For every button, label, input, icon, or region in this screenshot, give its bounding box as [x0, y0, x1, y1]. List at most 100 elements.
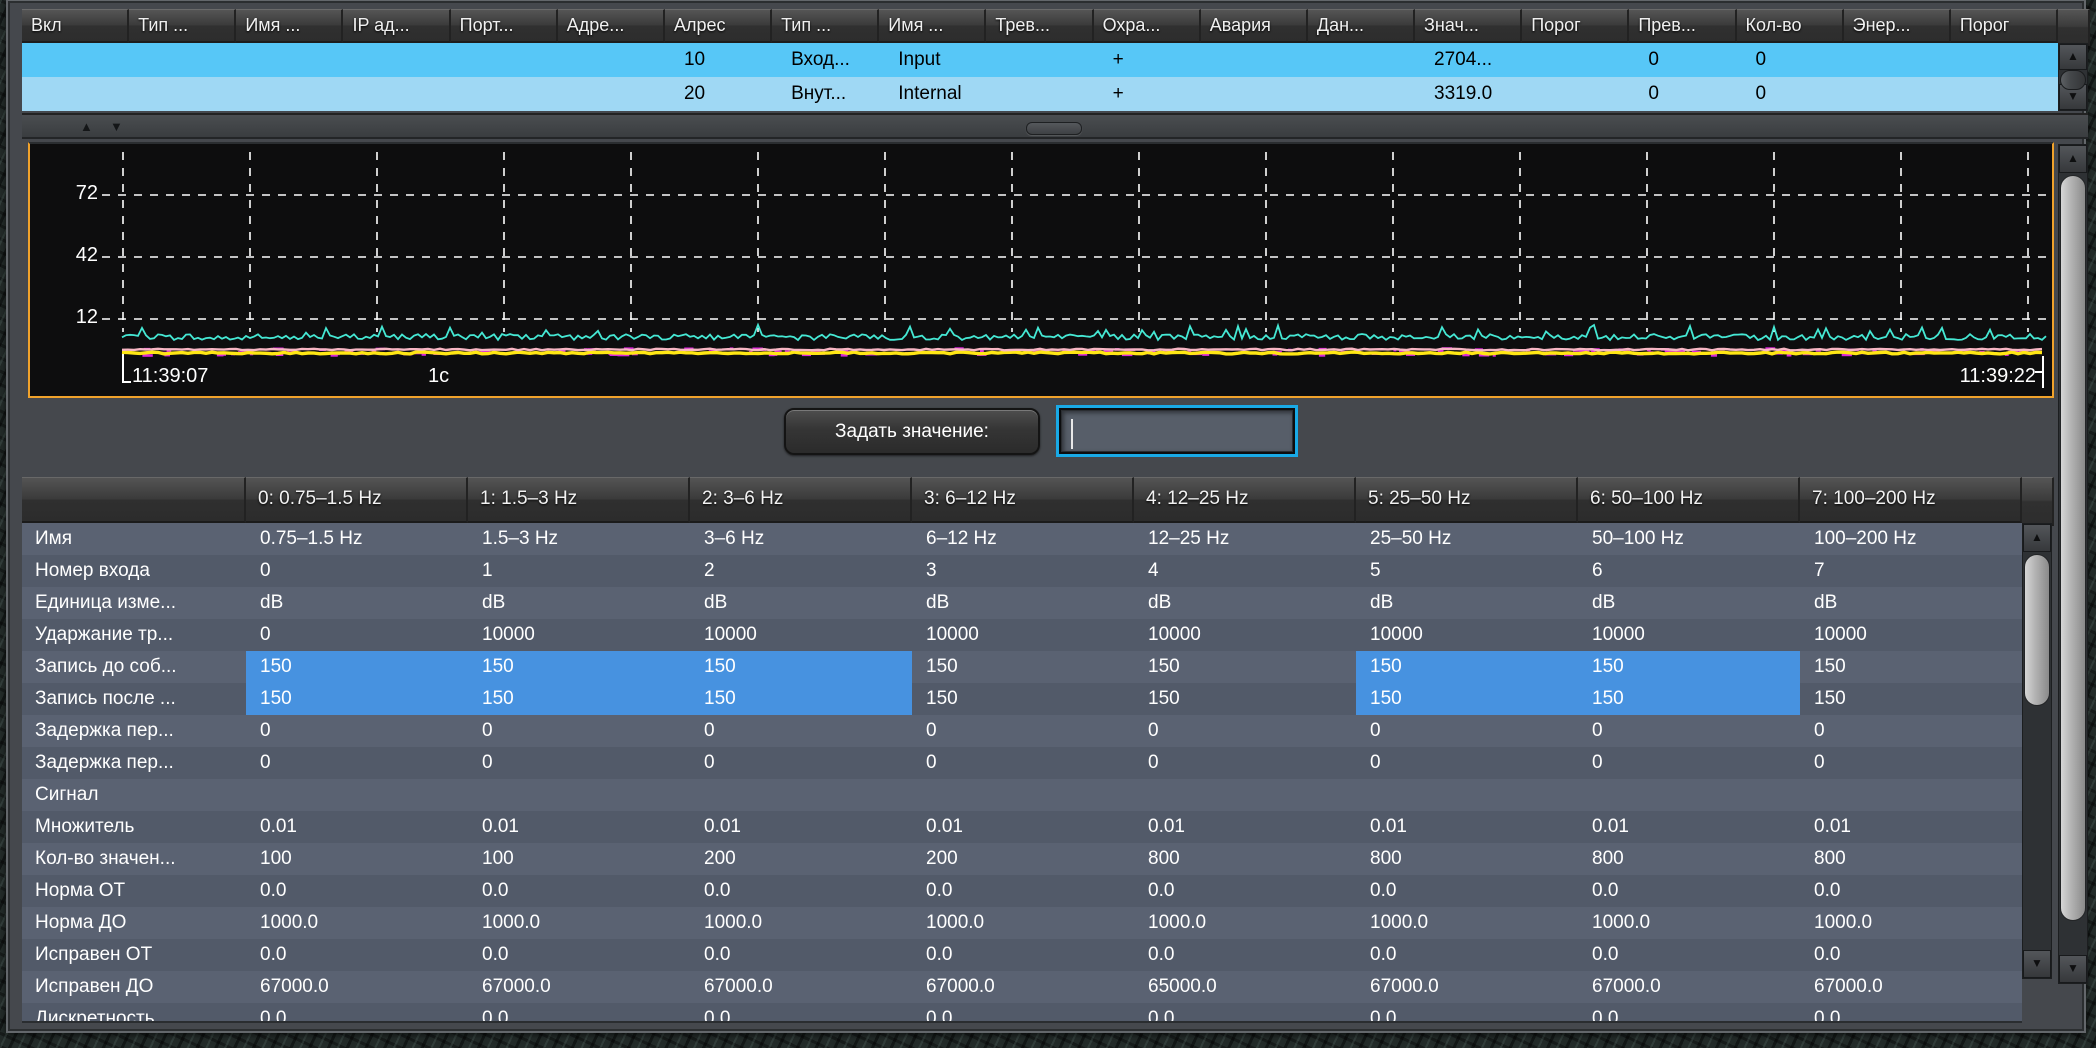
matrix-cell[interactable]: dB	[690, 587, 912, 619]
top-table-column-header[interactable]: Вкл	[22, 9, 129, 43]
matrix-column-header[interactable]: 3: 6–12 Hz	[912, 477, 1134, 523]
matrix-cell[interactable]: 1.5–3 Hz	[468, 523, 690, 555]
top-table-column-header[interactable]: Авария	[1201, 9, 1308, 43]
matrix-cell[interactable]: 150	[690, 651, 912, 683]
lower-pane-scroll-thumb[interactable]	[2060, 175, 2086, 921]
scroll-down-icon[interactable]: ▼	[2059, 955, 2087, 983]
matrix-row-label[interactable]: Запись до соб...	[22, 651, 246, 683]
matrix-cell[interactable]: 0	[468, 715, 690, 747]
top-table-cell[interactable]	[22, 77, 129, 111]
matrix-cell[interactable]: 150	[912, 683, 1134, 715]
matrix-cell[interactable]: 10000	[1800, 619, 2022, 651]
matrix-column-header[interactable]: 5: 25–50 Hz	[1356, 477, 1578, 523]
matrix-scroll-thumb[interactable]	[2024, 554, 2050, 706]
matrix-cell[interactable]: 0.0	[1800, 875, 2022, 907]
matrix-cell[interactable]: 0	[912, 715, 1134, 747]
top-table-column-header[interactable]: Адре...	[558, 9, 665, 43]
matrix-cell[interactable]: 0	[246, 555, 468, 587]
matrix-cell[interactable]: 0.01	[246, 811, 468, 843]
top-table-column-header[interactable]: Тип ...	[772, 9, 879, 43]
matrix-cell[interactable]: 67000.0	[912, 971, 1134, 1003]
matrix-cell[interactable]: 50–100 Hz	[1578, 523, 1800, 555]
top-table-cell[interactable]: +	[1094, 43, 1201, 77]
matrix-row-label[interactable]: Множитель	[22, 811, 246, 843]
matrix-cell[interactable]: 0.0	[246, 1003, 468, 1023]
top-table-cell[interactable]	[986, 77, 1093, 111]
matrix-cell[interactable]: dB	[468, 587, 690, 619]
matrix-cell[interactable]: 200	[912, 843, 1134, 875]
matrix-row-label[interactable]: Норма ОТ	[22, 875, 246, 907]
top-table-cell[interactable]	[451, 77, 558, 111]
top-table-column-header[interactable]: Охра...	[1094, 9, 1201, 43]
matrix-cell[interactable]: 67000.0	[468, 971, 690, 1003]
matrix-row-label[interactable]: Норма ДО	[22, 907, 246, 939]
top-table-cell[interactable]	[129, 77, 236, 111]
matrix-cell[interactable]: 150	[1800, 683, 2022, 715]
top-table-cell[interactable]: 0	[1737, 43, 1844, 77]
matrix-cell[interactable]: 0.0	[690, 875, 912, 907]
top-table-cell[interactable]	[1201, 77, 1308, 111]
matrix-cell[interactable]: 150	[246, 651, 468, 683]
matrix-row-label[interactable]: Дискретность	[22, 1003, 246, 1023]
matrix-cell[interactable]	[1356, 779, 1578, 811]
splitter-collapse-up-icon[interactable]: ▲	[80, 119, 93, 134]
top-table-cell[interactable]: 0	[1737, 77, 1844, 111]
top-table-column-header[interactable]: IP ад...	[343, 9, 450, 43]
matrix-cell[interactable]	[1578, 779, 1800, 811]
matrix-column-header[interactable]: 0: 0.75–1.5 Hz	[246, 477, 468, 523]
matrix-cell[interactable]	[246, 779, 468, 811]
matrix-cell[interactable]: 0.0	[690, 939, 912, 971]
matrix-cell[interactable]: 100–200 Hz	[1800, 523, 2022, 555]
matrix-cell[interactable]: 0	[690, 715, 912, 747]
top-table-column-header[interactable]: Имя ...	[236, 9, 343, 43]
matrix-cell[interactable]: 1000.0	[1356, 907, 1578, 939]
top-table-scrollbar[interactable]: ▲ ▼	[2058, 43, 2088, 111]
matrix-cell[interactable]: 0	[468, 747, 690, 779]
matrix-cell[interactable]: 2	[690, 555, 912, 587]
matrix-cell[interactable]: 65000.0	[1134, 971, 1356, 1003]
matrix-cell[interactable]: 800	[1800, 843, 2022, 875]
value-input[interactable]	[1061, 410, 1293, 452]
scroll-up-icon[interactable]: ▲	[2059, 145, 2087, 173]
top-table-cell[interactable]	[451, 43, 558, 77]
matrix-cell[interactable]: 0.0	[1356, 875, 1578, 907]
matrix-row-label[interactable]: Задержка пер...	[22, 747, 246, 779]
signal-chart[interactable]: 72 42 12 11:39:07 1с 11:39:22	[28, 142, 2054, 398]
top-table-cell[interactable]: 3319.0	[1415, 77, 1522, 111]
top-table-column-header[interactable]: Дан...	[1308, 9, 1415, 43]
matrix-row-label[interactable]: Запись после ...	[22, 683, 246, 715]
matrix-cell[interactable]: 67000.0	[690, 971, 912, 1003]
matrix-cell[interactable]: 150	[1578, 683, 1800, 715]
matrix-cell[interactable]: 0.75–1.5 Hz	[246, 523, 468, 555]
matrix-cell[interactable]: 0	[1578, 747, 1800, 779]
top-table-cell[interactable]	[236, 43, 343, 77]
matrix-cell[interactable]: 0.0	[690, 1003, 912, 1023]
matrix-cell[interactable]: 150	[1356, 651, 1578, 683]
top-table-row[interactable]: 20Внут...Internal+3319.000	[22, 77, 2058, 111]
matrix-row-label[interactable]: Имя	[22, 523, 246, 555]
matrix-cell[interactable]	[912, 779, 1134, 811]
matrix-cell[interactable]: 0.0	[1356, 1003, 1578, 1023]
splitter-collapse-down-icon[interactable]: ▼	[110, 119, 123, 134]
horizontal-splitter[interactable]: ▲ ▼	[22, 113, 2088, 139]
top-table-cell[interactable]: Внут...	[772, 77, 879, 111]
matrix-cell[interactable]: 10000	[912, 619, 1134, 651]
matrix-row-label[interactable]: Кол-во значен...	[22, 843, 246, 875]
matrix-cell[interactable]: dB	[1356, 587, 1578, 619]
top-table-cell[interactable]: 0	[1629, 77, 1736, 111]
matrix-cell[interactable]: 800	[1134, 843, 1356, 875]
matrix-cell[interactable]: dB	[1800, 587, 2022, 619]
matrix-cell[interactable]: 0.0	[1356, 939, 1578, 971]
top-table-cell[interactable]	[343, 77, 450, 111]
matrix-cell[interactable]: 1000.0	[912, 907, 1134, 939]
matrix-cell[interactable]: 100	[468, 843, 690, 875]
top-table-cell[interactable]	[558, 77, 665, 111]
lower-pane-scrollbar[interactable]: ▲ ▼	[2058, 144, 2088, 984]
matrix-cell[interactable]: 150	[1356, 683, 1578, 715]
matrix-cell[interactable]: dB	[1578, 587, 1800, 619]
top-table-cell[interactable]	[22, 43, 129, 77]
matrix-cell[interactable]: 0.0	[1134, 875, 1356, 907]
matrix-cell[interactable]	[1134, 779, 1356, 811]
top-table-column-header[interactable]: Алрес	[665, 9, 772, 43]
set-value-button[interactable]: Задать значение:	[784, 408, 1040, 455]
